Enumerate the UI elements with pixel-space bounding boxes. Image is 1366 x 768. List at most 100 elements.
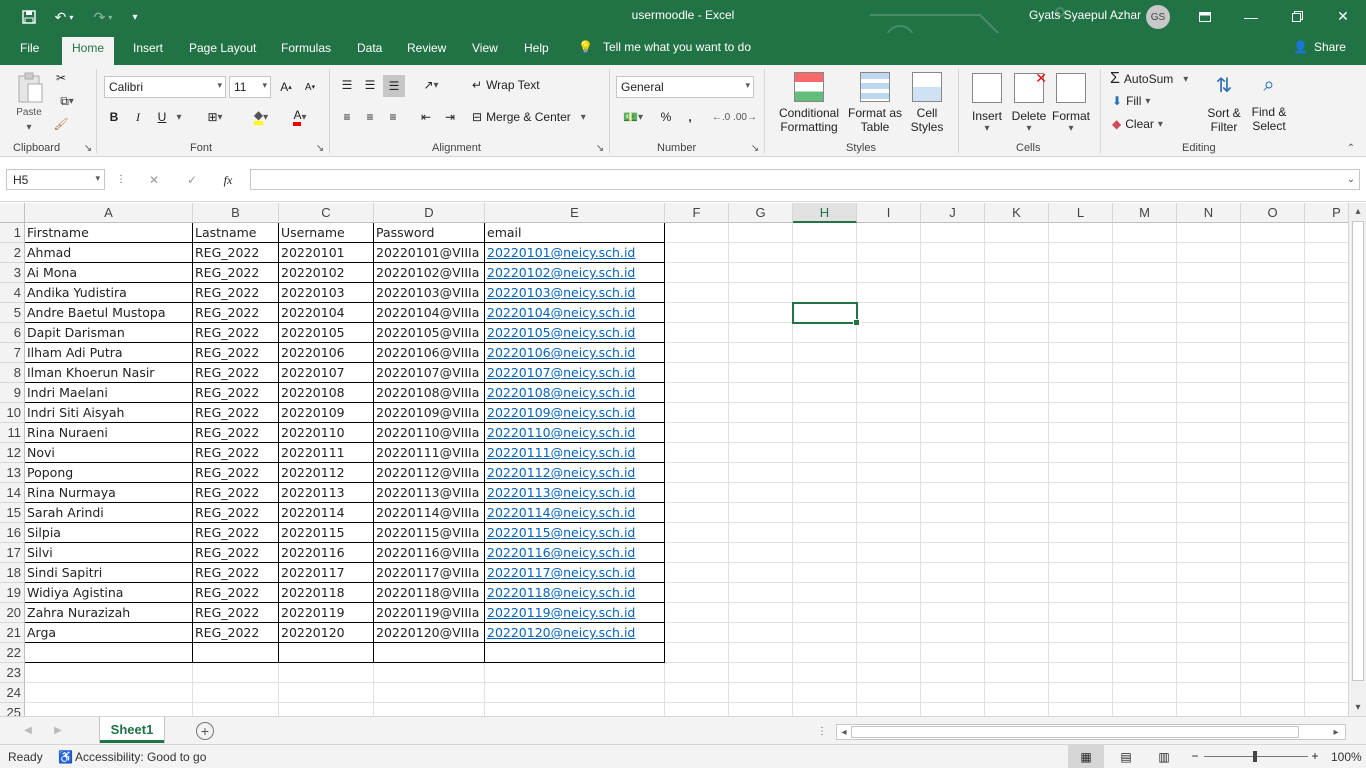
row-header[interactable]: 19 [0, 583, 25, 603]
cell[interactable] [921, 483, 985, 503]
copy-icon[interactable]: ⧉ ▾ [52, 92, 82, 110]
cell[interactable] [665, 583, 729, 603]
cell[interactable] [985, 523, 1049, 543]
scroll-down-icon[interactable]: ▾ [1352, 701, 1364, 713]
cell[interactable]: 20220102@VIIIa [374, 263, 485, 283]
cell[interactable] [921, 523, 985, 543]
cell[interactable] [1049, 463, 1113, 483]
cell[interactable] [1241, 663, 1305, 683]
cell[interactable] [985, 343, 1049, 363]
cell[interactable] [729, 703, 793, 716]
undo-icon[interactable]: ↶ ▾ [48, 7, 80, 27]
row-header[interactable]: 4 [0, 283, 25, 303]
cell[interactable] [1177, 283, 1241, 303]
cell[interactable] [921, 323, 985, 343]
cell[interactable] [1305, 523, 1348, 543]
column-header-a[interactable]: A [25, 203, 193, 223]
cell[interactable] [729, 363, 793, 383]
cell[interactable] [1241, 683, 1305, 703]
align-center-icon[interactable]: ≡ [360, 107, 380, 127]
cell[interactable] [729, 643, 793, 663]
expand-formula-bar-icon[interactable]: ⌄ [1344, 172, 1358, 186]
cell[interactable] [1241, 443, 1305, 463]
format-cells-button[interactable]: Format ▾ [1050, 69, 1092, 137]
cell[interactable]: 20220118 [279, 583, 374, 603]
cell[interactable] [1049, 543, 1113, 563]
cell[interactable] [1177, 583, 1241, 603]
cell[interactable] [665, 703, 729, 716]
cell[interactable] [857, 523, 921, 543]
cell[interactable] [1049, 563, 1113, 583]
cell-styles-button[interactable]: Cell Styles [904, 69, 950, 137]
avatar[interactable]: GS [1146, 5, 1170, 29]
cell[interactable] [1241, 243, 1305, 263]
cell[interactable] [921, 603, 985, 623]
cell[interactable] [1241, 603, 1305, 623]
cell[interactable] [665, 543, 729, 563]
email-link-cell[interactable]: 20220120@neicy.sch.id [485, 623, 665, 643]
cell[interactable] [1177, 403, 1241, 423]
cell[interactable]: 20220110@VIIIa [374, 423, 485, 443]
cell[interactable] [1241, 503, 1305, 523]
tab-help[interactable]: Help [524, 41, 549, 55]
cell[interactable] [665, 223, 729, 243]
sort-filter-button[interactable]: ⇅ Sort & Filter [1203, 69, 1245, 137]
vertical-scroll-thumb[interactable] [1352, 221, 1364, 681]
cell[interactable] [985, 443, 1049, 463]
cell[interactable]: 20220115 [279, 523, 374, 543]
cell[interactable] [985, 583, 1049, 603]
tell-me-box[interactable]: 💡 Tell me what you want to do [578, 40, 751, 54]
cell[interactable] [921, 623, 985, 643]
cell[interactable] [1113, 463, 1177, 483]
cut-icon[interactable]: ✂ [52, 69, 70, 87]
cell[interactable] [665, 403, 729, 423]
cell[interactable] [1049, 643, 1113, 663]
row-header[interactable]: 23 [0, 663, 25, 683]
cell[interactable] [374, 703, 485, 716]
row-header[interactable]: 2 [0, 243, 25, 263]
row-header[interactable]: 11 [0, 423, 25, 443]
cell[interactable]: Arga [25, 623, 193, 643]
cell[interactable] [729, 423, 793, 443]
cell[interactable] [729, 243, 793, 263]
accessibility-status[interactable]: Accessibility: Good to go [75, 750, 206, 764]
cell[interactable] [1113, 323, 1177, 343]
email-link-cell[interactable]: 20220103@neicy.sch.id [485, 283, 665, 303]
cell[interactable] [1113, 603, 1177, 623]
cell[interactable]: 20220101@VIIIa [374, 243, 485, 263]
cell[interactable]: Widiya Agistina [25, 583, 193, 603]
cell[interactable]: 20220113@VIIIa [374, 483, 485, 503]
cell[interactable] [985, 463, 1049, 483]
tab-page-layout[interactable]: Page Layout [189, 41, 256, 55]
cell[interactable] [1305, 563, 1348, 583]
cell[interactable] [1049, 363, 1113, 383]
row-header[interactable]: 10 [0, 403, 25, 423]
cell[interactable] [857, 583, 921, 603]
row-header[interactable]: 24 [0, 683, 25, 703]
cell[interactable]: 20220108 [279, 383, 374, 403]
cell[interactable] [1241, 543, 1305, 563]
cell[interactable] [729, 563, 793, 583]
cell[interactable] [1177, 323, 1241, 343]
cell[interactable] [857, 223, 921, 243]
cell[interactable] [193, 703, 279, 716]
email-link-cell[interactable]: 20220106@neicy.sch.id [485, 343, 665, 363]
cell[interactable] [665, 443, 729, 463]
cell[interactable] [665, 663, 729, 683]
cell[interactable] [985, 223, 1049, 243]
cell[interactable] [1113, 403, 1177, 423]
cell[interactable] [1241, 303, 1305, 323]
row-header[interactable]: 5 [0, 303, 25, 323]
cell[interactable] [665, 343, 729, 363]
cell[interactable] [1177, 703, 1241, 716]
align-top-icon[interactable]: ☰ [337, 75, 357, 95]
cell[interactable] [1113, 543, 1177, 563]
autosum-button[interactable]: Σ AutoSum ▾ [1110, 69, 1202, 89]
next-sheet-icon[interactable]: ▶ [52, 724, 64, 736]
cell[interactable] [1305, 383, 1348, 403]
column-header-d[interactable]: D [374, 203, 485, 223]
underline-dropdown-icon[interactable]: ▾ [174, 107, 184, 127]
cell[interactable]: REG_2022 [193, 543, 279, 563]
column-header-h[interactable]: H [793, 203, 857, 223]
cell[interactable] [1113, 243, 1177, 263]
